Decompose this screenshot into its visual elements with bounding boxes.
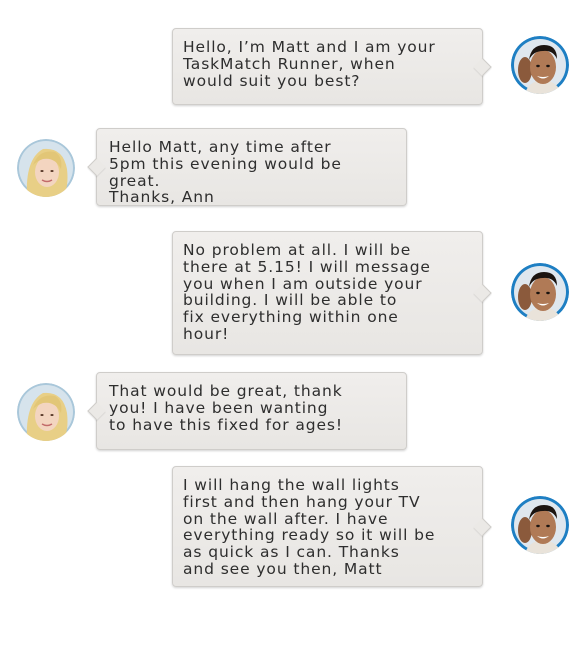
chat-conversation: Hello, I’m Matt and I am your TaskMatch … <box>0 0 588 653</box>
male-runner-avatar-icon <box>511 496 569 554</box>
message-bubble-runner: I will hang the wall lights first and th… <box>172 466 483 587</box>
male-runner-avatar-icon <box>511 263 569 321</box>
message-bubble-runner: No problem at all. I will be there at 5.… <box>172 231 483 355</box>
female-customer-avatar-icon <box>17 139 75 197</box>
message-bubble-customer: Hello Matt, any time after 5pm this even… <box>96 128 407 206</box>
female-customer-avatar-icon <box>17 383 75 441</box>
message-bubble-runner: Hello, I’m Matt and I am your TaskMatch … <box>172 28 483 105</box>
male-runner-avatar-icon <box>511 36 569 94</box>
message-bubble-customer: That would be great, thank you! I have b… <box>96 372 407 450</box>
